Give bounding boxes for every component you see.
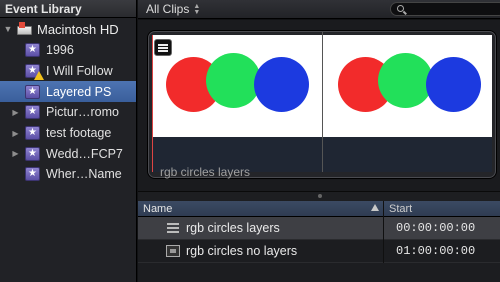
frame-divider: [322, 32, 323, 172]
event-star-icon: ★: [25, 167, 40, 182]
sidebar-root-label: Macintosh HD: [37, 21, 119, 37]
event-library-sidebar: Event Library ▼ Macintosh HD ★ 1996 ★ I …: [0, 0, 137, 282]
column-separator: [383, 217, 384, 240]
table-row[interactable]: rgb circles no layers 01:00:00:00: [138, 240, 500, 263]
clip-filter-dropdown[interactable]: All Clips ▲ ▼: [146, 2, 200, 16]
search-icon: [397, 5, 404, 12]
event-star-icon: ★: [25, 126, 40, 141]
event-star-icon: ★: [25, 146, 40, 161]
list-header: Name Start: [138, 201, 500, 217]
event-star-icon: ★: [25, 84, 40, 99]
disclosure-triangle-icon[interactable]: ▶: [10, 129, 21, 138]
clip-name: rgb circles no layers: [186, 244, 298, 258]
event-star-icon: ★: [25, 43, 40, 58]
green-circle: [206, 53, 261, 108]
column-header-name[interactable]: Name: [143, 203, 172, 215]
blue-circle: [254, 57, 309, 112]
sidebar-item-where-name[interactable]: ★ Wher…Name: [0, 164, 136, 185]
sidebar-item-label: Layered PS: [46, 84, 112, 99]
table-row[interactable]: rgb circles layers 00:00:00:00: [138, 217, 500, 240]
sidebar-item-test-footage[interactable]: ▶ ★ test footage: [0, 123, 136, 144]
event-browser: rgb circles layers: [138, 20, 500, 202]
sidebar-item-picture-promo[interactable]: ▶ ★ Pictur…romo: [0, 102, 136, 123]
column-separator: [383, 240, 384, 263]
skimmer-playhead[interactable]: [152, 35, 153, 172]
event-star-icon: ★: [25, 105, 40, 120]
disclosure-triangle-icon[interactable]: ▶: [10, 108, 21, 117]
sidebar-item-label: 1996: [46, 43, 74, 58]
layers-badge-icon: [154, 39, 172, 56]
sidebar-item-label: Pictur…romo: [46, 105, 119, 120]
clip-caption: rgb circles layers: [160, 165, 251, 179]
warning-icon: [34, 71, 44, 81]
updown-arrows-icon: ▲ ▼: [193, 2, 201, 16]
clip-start: 01:00:00:00: [396, 244, 476, 258]
hard-drive-icon: [17, 22, 32, 36]
sidebar-item-label: test footage: [46, 126, 112, 141]
blue-circle: [426, 57, 481, 112]
sidebar-item-label: Wedd…FCP7: [46, 146, 123, 161]
clip-filter-label: All Clips: [146, 2, 190, 16]
layers-icon: [166, 222, 180, 234]
event-star-icon: ★: [25, 64, 44, 81]
clip-icon: [166, 245, 180, 257]
sidebar-item-layered-ps[interactable]: ★ Layered PS: [0, 81, 136, 103]
clip-filmstrip[interactable]: [148, 31, 496, 178]
clip-name: rgb circles layers: [186, 221, 280, 235]
clip-list: Name Start rgb circles layers 00:00:00:0…: [138, 201, 500, 282]
sidebar-item-label: Wher…Name: [46, 167, 122, 182]
sidebar-root-macintosh-hd[interactable]: ▼ Macintosh HD: [0, 18, 136, 40]
column-separator[interactable]: [383, 201, 384, 217]
disclosure-triangle-icon[interactable]: ▶: [10, 149, 21, 158]
pane-splitter[interactable]: [138, 191, 500, 201]
splitter-handle-icon[interactable]: [318, 194, 322, 198]
browser-toolbar: All Clips ▲ ▼: [138, 0, 500, 19]
sidebar-header: Event Library: [0, 0, 136, 18]
column-header-start[interactable]: Start: [389, 203, 412, 215]
sidebar-item-i-will-follow[interactable]: ★ I Will Follow: [0, 61, 136, 82]
green-circle: [378, 53, 433, 108]
sort-ascending-icon[interactable]: [371, 204, 379, 211]
sidebar-item-wedding-fcp7[interactable]: ▶ ★ Wedd…FCP7: [0, 143, 136, 164]
sidebar-item-label: I Will Follow: [46, 64, 113, 79]
disclosure-triangle-icon[interactable]: ▼: [1, 24, 15, 34]
sidebar-item-1996[interactable]: ★ 1996: [0, 40, 136, 61]
search-field[interactable]: [390, 2, 500, 16]
clip-start: 00:00:00:00: [396, 221, 476, 235]
